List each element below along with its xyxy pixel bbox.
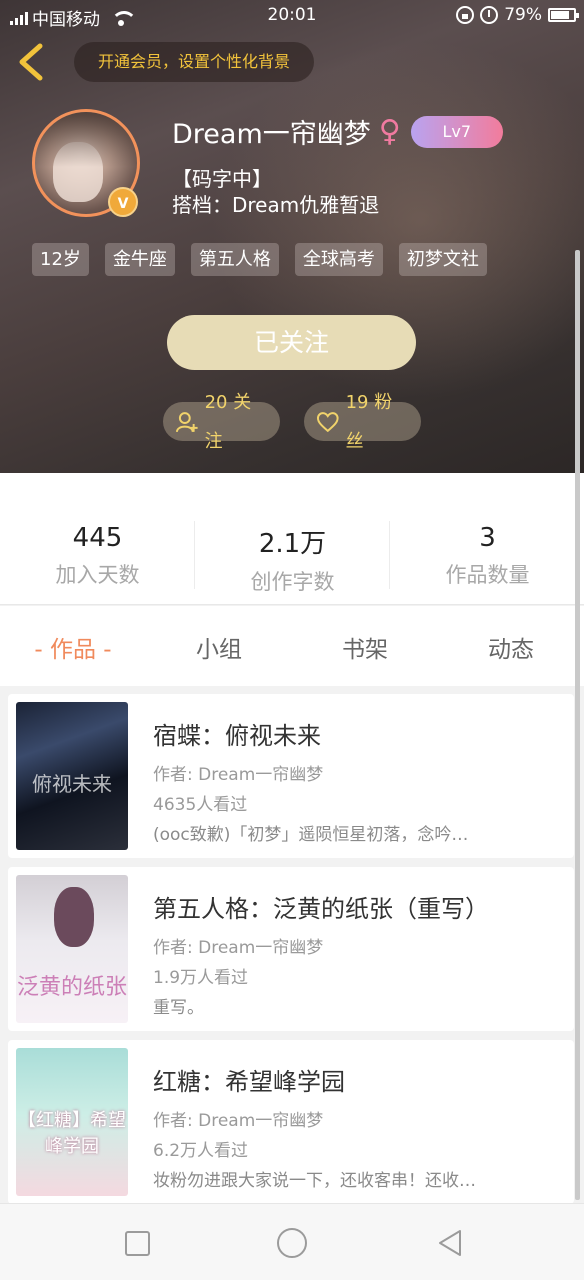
fans-button[interactable]: 19 粉丝 (304, 392, 421, 452)
content-tabs: - 作品 - 小组 书架 动态 (0, 606, 584, 686)
status-right: 79% (456, 5, 579, 25)
book-views: 6.2万人看过 (153, 1141, 249, 1161)
book-desc: (ooc致歉)「初梦」遥陨恒星初落，念吟… (153, 825, 469, 845)
book-author: 作者: Dream一帘幽梦 (153, 938, 324, 958)
book-views: 1.9万人看过 (153, 968, 249, 988)
tab-works[interactable]: - 作品 - (0, 630, 146, 664)
writing-status: 【码字中】 (172, 167, 272, 191)
tag-interest[interactable]: 全球高考 (294, 243, 383, 276)
triangle-back-icon (439, 1230, 461, 1256)
book-title: 宿蝶：俯视未来 (153, 722, 321, 750)
tab-groups[interactable]: 小组 (146, 630, 292, 664)
book-desc: 妆粉勿进跟大家说一下，还收客串！还收客串… (153, 1171, 483, 1191)
alarm-icon (480, 6, 499, 24)
stat-label: 作品数量 (445, 563, 530, 587)
works-list: 俯视未来 宿蝶：俯视未来 作者: Dream一帘幽梦 4635人看过 (ooc致… (0, 686, 584, 1203)
vip-banner[interactable]: 开通会员，设置个性化背景 (74, 42, 314, 82)
book-author: 作者: Dream一帘幽梦 (153, 1111, 324, 1131)
back-button[interactable] (14, 42, 50, 82)
profile-header: 中国移动 20:01 79% 开通会员，设置个性化背景 V Dream一帘幽梦 … (0, 0, 584, 473)
book-author: 作者: Dream一帘幽梦 (153, 765, 324, 785)
stat-words: 2.1万 创作字数 (195, 523, 390, 596)
heart-icon (316, 411, 339, 432)
system-nav-bar (0, 1203, 584, 1280)
cover-title: 俯视未来 (32, 772, 112, 796)
following-count: 20 关注 (204, 391, 252, 452)
stat-label: 创作字数 (250, 570, 335, 594)
cover-title: 泛黄的纸张 (16, 975, 127, 1000)
stat-value: 3 (479, 523, 496, 553)
partner-info: 搭档：Dream仇雅暂退 (172, 193, 380, 217)
stat-label: 加入天数 (55, 563, 140, 587)
rotation-lock-icon (456, 6, 475, 24)
level-badge: Lv7 (410, 115, 503, 148)
book-cover: 俯视未来 (16, 702, 128, 850)
follow-button[interactable]: 已关注 (167, 315, 416, 370)
profile-stats: 445 加入天数 2.1万 创作字数 3 作品数量 (0, 473, 584, 605)
stat-value: 2.1万 (258, 529, 327, 559)
back-nav-button[interactable] (436, 1228, 466, 1258)
fans-count: 19 粉丝 (345, 391, 393, 452)
cover-title: 【红糖】希望峰学园 (18, 1110, 126, 1157)
work-card[interactable]: 泛黄的纸张 第五人格：泛黄的纸张（重写） 作者: Dream一帘幽梦 1.9万人… (8, 867, 574, 1031)
work-card[interactable]: 俯视未来 宿蝶：俯视未来 作者: Dream一帘幽梦 4635人看过 (ooc致… (8, 694, 574, 858)
profile-tags: 12岁 金牛座 第五人格 全球高考 初梦文社 (32, 243, 487, 276)
user-add-icon (175, 411, 198, 432)
tab-activity[interactable]: 动态 (438, 630, 584, 664)
scrollbar[interactable] (575, 250, 580, 1200)
home-button[interactable] (277, 1228, 307, 1258)
username-row: Dream一帘幽梦 ♀ Lv7 (172, 112, 503, 151)
tag-zodiac[interactable]: 金牛座 (104, 243, 175, 276)
recents-button[interactable] (125, 1231, 150, 1256)
verified-badge: V (108, 187, 138, 217)
battery-icon (548, 8, 579, 22)
tag-club[interactable]: 初梦文社 (398, 243, 487, 276)
battery-percent: 79% (504, 5, 542, 25)
stat-value: 445 (72, 523, 123, 553)
username: Dream一帘幽梦 (172, 119, 371, 150)
avatar[interactable]: V (32, 109, 140, 217)
following-button[interactable]: 20 关注 (163, 392, 280, 452)
tag-age[interactable]: 12岁 (32, 243, 89, 276)
back-arrow-icon (19, 43, 43, 81)
tag-interest[interactable]: 第五人格 (190, 243, 279, 276)
female-icon: ♀ (378, 113, 401, 149)
book-cover: 泛黄的纸张 (16, 875, 128, 1023)
book-title: 红糖：希望峰学园 (153, 1068, 345, 1096)
stat-works: 3 作品数量 (390, 523, 584, 589)
book-desc: 重写。 (153, 998, 204, 1018)
book-title: 第五人格：泛黄的纸张（重写） (153, 895, 489, 923)
book-views: 4635人看过 (153, 795, 248, 815)
tab-bookshelf[interactable]: 书架 (292, 630, 438, 664)
work-card[interactable]: 【红糖】希望峰学园 红糖：希望峰学园 作者: Dream一帘幽梦 6.2万人看过… (8, 1040, 574, 1203)
stat-days: 445 加入天数 (0, 523, 195, 589)
status-bar: 中国移动 20:01 79% (0, 0, 584, 30)
book-cover: 【红糖】希望峰学园 (16, 1048, 128, 1196)
